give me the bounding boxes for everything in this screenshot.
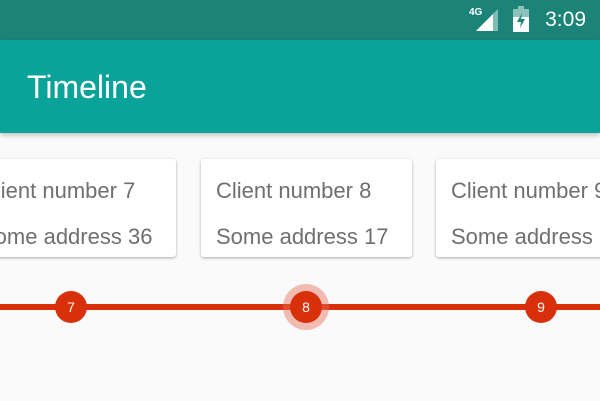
client-card-7[interactable]: Client number 7 Some address 36	[0, 159, 176, 257]
client-address: Some address 17	[216, 224, 389, 249]
app-bar: Timeline	[0, 40, 600, 133]
client-address: Some address 9	[451, 224, 600, 249]
client-card-9[interactable]: Client number 9 Some address 9	[436, 159, 600, 257]
client-card-8[interactable]: Client number 8 Some address 17	[201, 159, 412, 257]
timeline-node-8[interactable]: 8	[290, 291, 322, 323]
page-title: Timeline	[27, 69, 147, 105]
client-address: Some address 36	[0, 224, 153, 249]
status-bar: 4G 3:09	[0, 0, 600, 40]
client-name: Client number 9	[451, 178, 600, 203]
client-name: Client number 8	[216, 178, 372, 203]
signal-strength-icon	[476, 9, 498, 31]
battery-charging-icon	[513, 6, 529, 32]
timeline-node-9[interactable]: 9	[525, 291, 557, 323]
status-time: 3:09	[545, 8, 586, 31]
timeline-card-track[interactable]: Client number 7 Some address 36 Client n…	[0, 133, 600, 401]
timeline-node-7[interactable]: 7	[55, 291, 87, 323]
client-name: Client number 7	[0, 178, 136, 203]
